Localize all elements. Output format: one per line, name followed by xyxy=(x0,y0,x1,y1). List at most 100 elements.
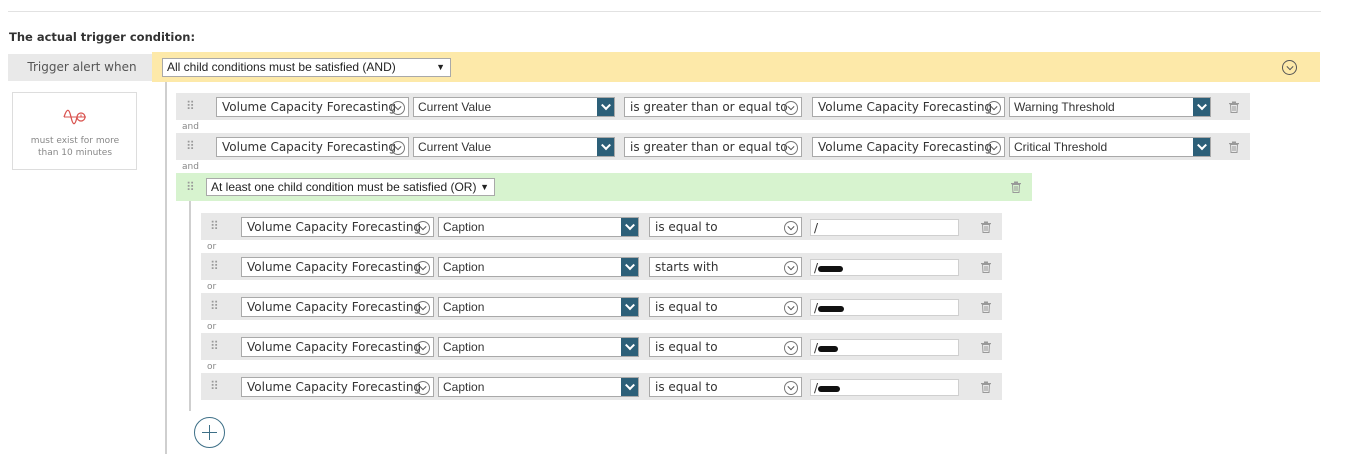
operator-value: starts with xyxy=(655,260,719,274)
entity-select[interactable]: Volume Capacity Forecasting xyxy=(216,97,409,117)
field-value: Current Value xyxy=(418,100,492,114)
or-mode-select[interactable]: At least one child condition must be sat… xyxy=(206,178,495,196)
value-text: / xyxy=(814,221,819,235)
entity-select[interactable]: Volume Capacity Forecasting xyxy=(216,137,409,157)
collapse-chevron-icon[interactable] xyxy=(1282,60,1297,75)
trigger-alert-label: Trigger alert when xyxy=(8,54,156,81)
entity-value: Volume Capacity Forecasting xyxy=(222,100,397,114)
operator-select[interactable]: starts with xyxy=(649,257,802,277)
dropdown-arrow-icon xyxy=(621,258,638,276)
entity-select[interactable]: Volume Capacity Forecasting xyxy=(241,217,434,237)
chevron-down-icon xyxy=(784,221,798,235)
field-value: Caption xyxy=(443,300,485,314)
dropdown-arrow-icon xyxy=(597,98,614,116)
compare-entity-value: Volume Capacity Forecasting xyxy=(818,100,993,114)
drag-handle-icon[interactable]: ⠿ xyxy=(210,340,219,352)
wave-duration-icon xyxy=(63,109,86,125)
drag-handle-icon[interactable]: ⠿ xyxy=(186,100,195,112)
operator-select[interactable]: is equal to xyxy=(649,297,802,317)
operator-select[interactable]: is equal to xyxy=(649,377,802,397)
chevron-down-icon xyxy=(416,221,430,235)
chevron-down-icon xyxy=(987,101,1001,115)
add-condition-button[interactable] xyxy=(194,417,225,448)
dropdown-arrow-icon xyxy=(1193,138,1210,156)
entity-select[interactable]: Volume Capacity Forecasting xyxy=(241,297,434,317)
redaction-mark xyxy=(818,346,838,352)
chevron-down-icon xyxy=(416,341,430,355)
chevron-down-icon xyxy=(416,301,430,315)
chevron-down-icon xyxy=(784,381,798,395)
drag-handle-icon[interactable]: ⠿ xyxy=(210,260,219,272)
compare-entity-select[interactable]: Volume Capacity Forecasting xyxy=(812,137,1005,157)
trash-icon[interactable] xyxy=(1228,101,1240,113)
value-input[interactable]: / xyxy=(810,339,959,356)
section-heading: The actual trigger condition: xyxy=(9,30,196,44)
dropdown-arrow-icon xyxy=(621,298,638,316)
trash-icon[interactable] xyxy=(1010,181,1022,193)
or-tree-line xyxy=(189,201,191,411)
field-value: Caption xyxy=(443,220,485,234)
chevron-down-icon xyxy=(784,261,798,275)
entity-value: Volume Capacity Forecasting xyxy=(247,300,422,314)
and-mode-select[interactable]: All child conditions must be satisfied (… xyxy=(162,58,451,77)
value-input[interactable]: / xyxy=(810,219,959,236)
redaction-mark xyxy=(818,306,844,312)
drag-handle-icon[interactable]: ⠿ xyxy=(210,380,219,392)
drag-handle-icon[interactable]: ⠿ xyxy=(210,220,219,232)
chevron-down-icon xyxy=(416,261,430,275)
or-connector: or xyxy=(207,282,217,292)
or-connector: or xyxy=(207,242,217,252)
value-input[interactable]: / xyxy=(810,299,959,316)
entity-select[interactable]: Volume Capacity Forecasting xyxy=(241,257,434,277)
compare-field-select[interactable]: Critical Threshold xyxy=(1009,137,1211,157)
redaction-mark xyxy=(818,266,843,272)
chevron-down-icon xyxy=(784,341,798,355)
trash-icon[interactable] xyxy=(980,381,992,393)
operator-select[interactable]: is equal to xyxy=(649,337,802,357)
field-select[interactable]: Caption xyxy=(438,337,639,357)
operator-value: is greater than or equal to xyxy=(630,100,788,114)
trash-icon[interactable] xyxy=(980,341,992,353)
drag-handle-icon[interactable]: ⠿ xyxy=(186,181,195,193)
field-select[interactable]: Caption xyxy=(438,297,639,317)
operator-value: is equal to xyxy=(655,220,718,234)
chevron-down-icon xyxy=(987,141,1001,155)
and-connector: and xyxy=(182,122,199,132)
dropdown-arrow-icon: ▼ xyxy=(480,182,489,192)
dropdown-arrow-icon xyxy=(621,338,638,356)
trash-icon[interactable] xyxy=(1228,141,1240,153)
drag-handle-icon[interactable]: ⠿ xyxy=(210,300,219,312)
field-select[interactable]: Caption xyxy=(438,377,639,397)
chevron-down-icon xyxy=(784,301,798,315)
operator-select[interactable]: is equal to xyxy=(649,217,802,237)
entity-select[interactable]: Volume Capacity Forecasting xyxy=(241,377,434,397)
field-select[interactable]: Caption xyxy=(438,217,639,237)
entity-select[interactable]: Volume Capacity Forecasting xyxy=(241,337,434,357)
field-value: Current Value xyxy=(418,140,492,154)
operator-select[interactable]: is greater than or equal to xyxy=(624,137,802,157)
operator-value: is equal to xyxy=(655,380,718,394)
trash-icon[interactable] xyxy=(980,301,992,313)
chevron-down-icon xyxy=(391,101,405,115)
operator-select[interactable]: is greater than or equal to xyxy=(624,97,802,117)
trash-icon[interactable] xyxy=(980,261,992,273)
compare-entity-select[interactable]: Volume Capacity Forecasting xyxy=(812,97,1005,117)
field-select[interactable]: Caption xyxy=(438,257,639,277)
value-input[interactable]: / xyxy=(810,259,959,276)
chevron-down-icon xyxy=(416,381,430,395)
value-input[interactable]: / xyxy=(810,379,959,396)
dropdown-arrow-icon: ▼ xyxy=(436,62,445,72)
entity-value: Volume Capacity Forecasting xyxy=(222,140,397,154)
compare-field-select[interactable]: Warning Threshold xyxy=(1009,97,1211,117)
top-divider xyxy=(8,11,1321,12)
field-value: Caption xyxy=(443,260,485,274)
or-connector: or xyxy=(207,322,217,332)
trash-icon[interactable] xyxy=(980,221,992,233)
field-select[interactable]: Current Value xyxy=(413,137,615,157)
compare-field-value: Warning Threshold xyxy=(1014,100,1115,114)
and-mode-value: All child conditions must be satisfied (… xyxy=(167,60,396,74)
dropdown-arrow-icon xyxy=(621,218,638,236)
drag-handle-icon[interactable]: ⠿ xyxy=(186,140,195,152)
field-select[interactable]: Current Value xyxy=(413,97,615,117)
chevron-down-icon xyxy=(784,141,798,155)
